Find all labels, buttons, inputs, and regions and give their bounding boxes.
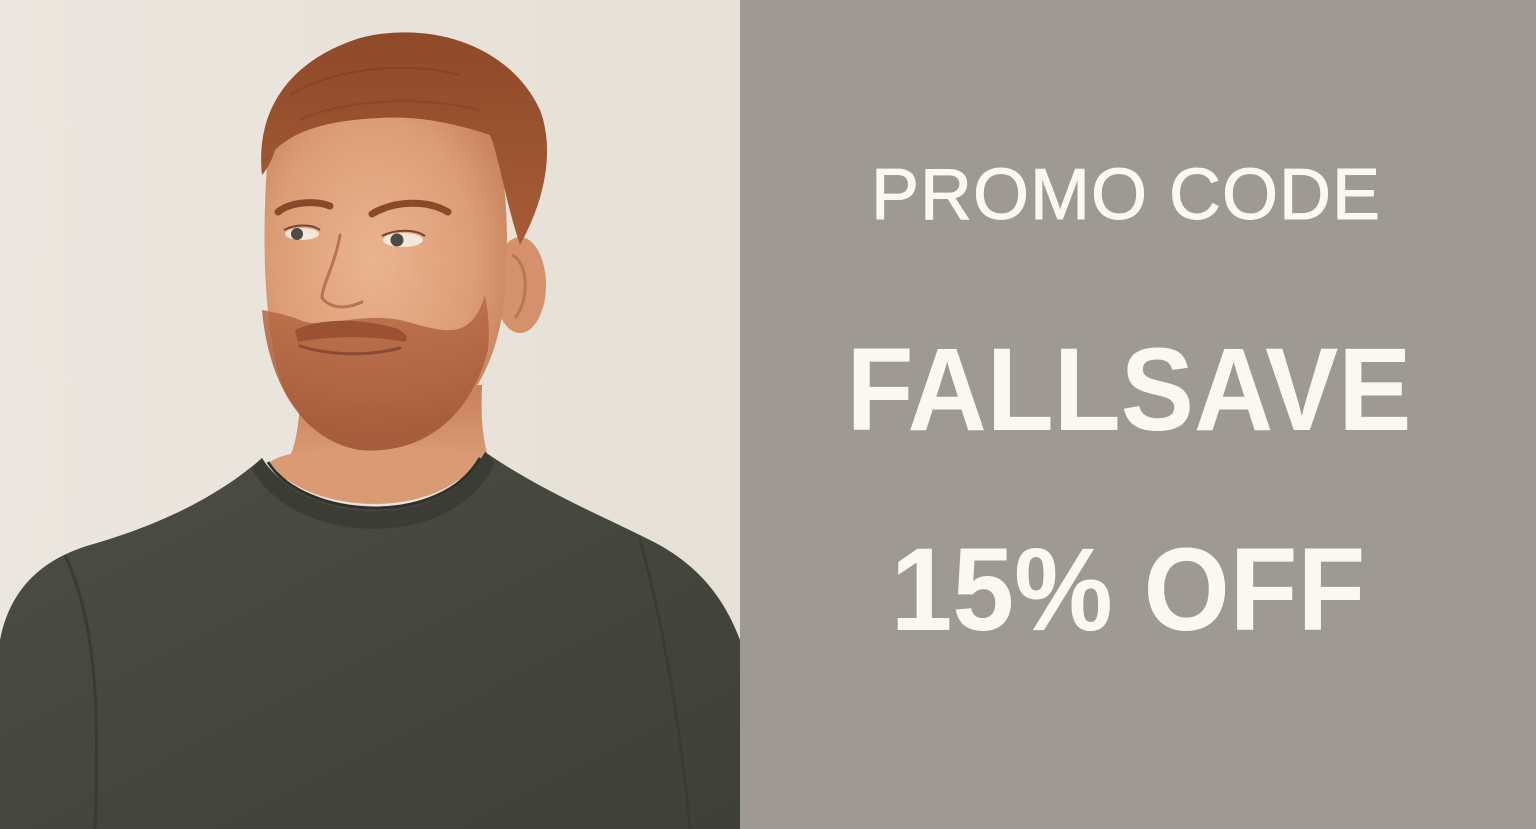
man-portrait-illustration [0,0,740,829]
model-photo [0,0,740,829]
promo-panel: PROMO CODE FALLSAVE 15% OFF [740,0,1536,829]
promo-code-value: FALLSAVE [846,324,1412,456]
promo-banner: PROMO CODE FALLSAVE 15% OFF [0,0,1536,829]
promo-code-label: PROMO CODE [870,155,1382,236]
discount-text: 15% OFF [890,524,1366,656]
